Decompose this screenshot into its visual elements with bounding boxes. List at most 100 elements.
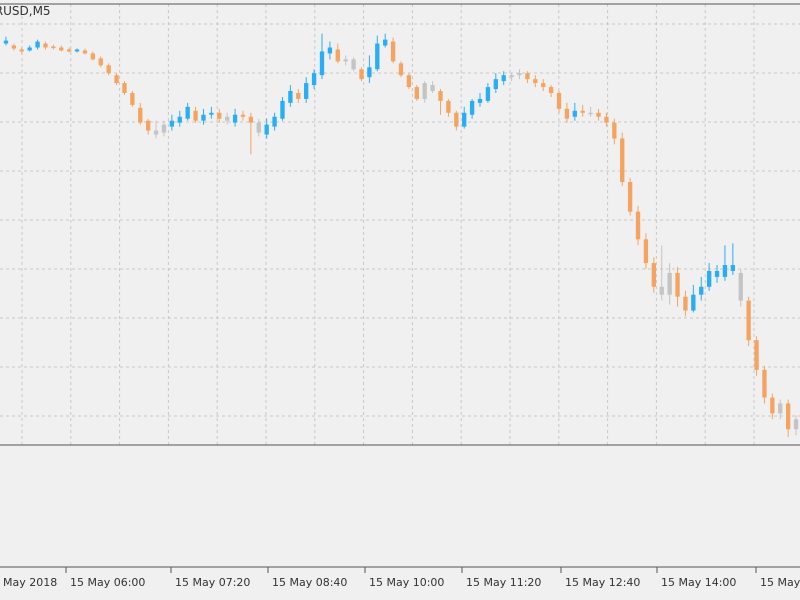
x-tick-label: 15 May 14:00 [661,576,736,589]
candle-body [335,49,340,62]
candle-body [517,73,522,76]
candle-body [438,91,443,101]
x-tick-label: 15 May [760,576,800,589]
candle-body [525,73,530,80]
candle-body [580,110,585,113]
candle-body [343,59,348,62]
candle-body [706,270,712,287]
candle-body [620,138,625,182]
candle-body [359,69,364,80]
candle-body [454,112,459,127]
candle-body [272,116,277,127]
candle-body [541,83,546,88]
candle-body [375,43,380,70]
candle-body [651,263,657,287]
candle-body [145,120,151,131]
candle-body [564,108,570,119]
candle-body [691,294,696,311]
candle-body [90,53,96,60]
candle-body [469,100,475,115]
candle-body [501,75,506,82]
candle-body [248,116,254,123]
candle-body [35,41,40,48]
candle-body [130,92,135,105]
candle-body [327,47,333,54]
candle-body [659,286,664,295]
candle-body [635,211,641,240]
candle-body [201,114,206,121]
candle-body [398,63,404,76]
candle-body [422,83,427,99]
candle-body [770,397,775,414]
candle-body [256,122,261,133]
candle-body [762,369,767,398]
candle-body [296,92,301,99]
candle-body [667,272,672,295]
candle-body [153,130,159,135]
candle-body [477,98,483,103]
x-tick-label: 15 May 12:40 [565,576,640,589]
candle-body [59,47,64,51]
candle-body [319,51,325,76]
candle-body [193,110,198,121]
candle-body [588,112,593,115]
candle-body [683,296,688,311]
candle-body [82,50,88,54]
candle-body [572,110,577,117]
candle-body [746,300,751,341]
candle-body [177,116,182,123]
x-tick-label: 15 May 07:20 [175,576,250,589]
candle-body [604,116,609,123]
candle-body [738,272,743,301]
candle-body [754,340,759,370]
candle-body [280,100,285,119]
candle-body [533,79,538,84]
candle-body [722,265,728,277]
candlestick-chart[interactable]: May 2018 15 May 06:00 15 May 07:20 15 May 0… [0,0,800,600]
x-tick-label: 15 May 06:00 [70,576,145,589]
candle-body [367,67,372,78]
candle-body [612,122,617,139]
candle-body [51,46,56,49]
candle-body [288,91,293,103]
candle-body [114,75,119,84]
chart-window: May 2018 15 May 06:00 15 May 07:20 15 May 0… [0,0,800,600]
candle-body [509,75,514,78]
candle-body [43,43,48,48]
candle-body [485,87,491,101]
candle-body [556,92,562,109]
candle-body [414,87,419,99]
x-tick-label: 15 May 08:40 [272,576,347,589]
candle-body [3,40,9,44]
candle-body [643,239,649,264]
symbol-label: URUSD,M5 [0,4,51,18]
candle-body [462,112,467,127]
candle-body [98,58,103,66]
candle-body [311,73,317,86]
candle-body [185,106,190,119]
candle-body [627,181,633,212]
candle-body [699,286,704,295]
candle-body [390,41,396,62]
x-tick-label: 15 May 11:20 [466,576,541,589]
candle-body [785,403,791,430]
candle-body [264,124,269,135]
candle-body [106,65,111,74]
candle-body [66,49,72,52]
candle-body [19,49,24,52]
candle-body [793,419,799,430]
candle-body [122,83,127,93]
candle-body [169,120,175,127]
candle-body [217,112,222,119]
candle-body [138,107,143,123]
candle-body [232,114,238,123]
candle-body [225,116,230,121]
candle-body [714,270,720,277]
candle-body [304,83,309,99]
candle-body [430,85,435,92]
candle-body [675,272,680,297]
candle-body [383,39,388,46]
candle-body [730,265,736,271]
x-tick-label: 15 May 10:00 [369,576,444,589]
candle-body [240,114,246,117]
